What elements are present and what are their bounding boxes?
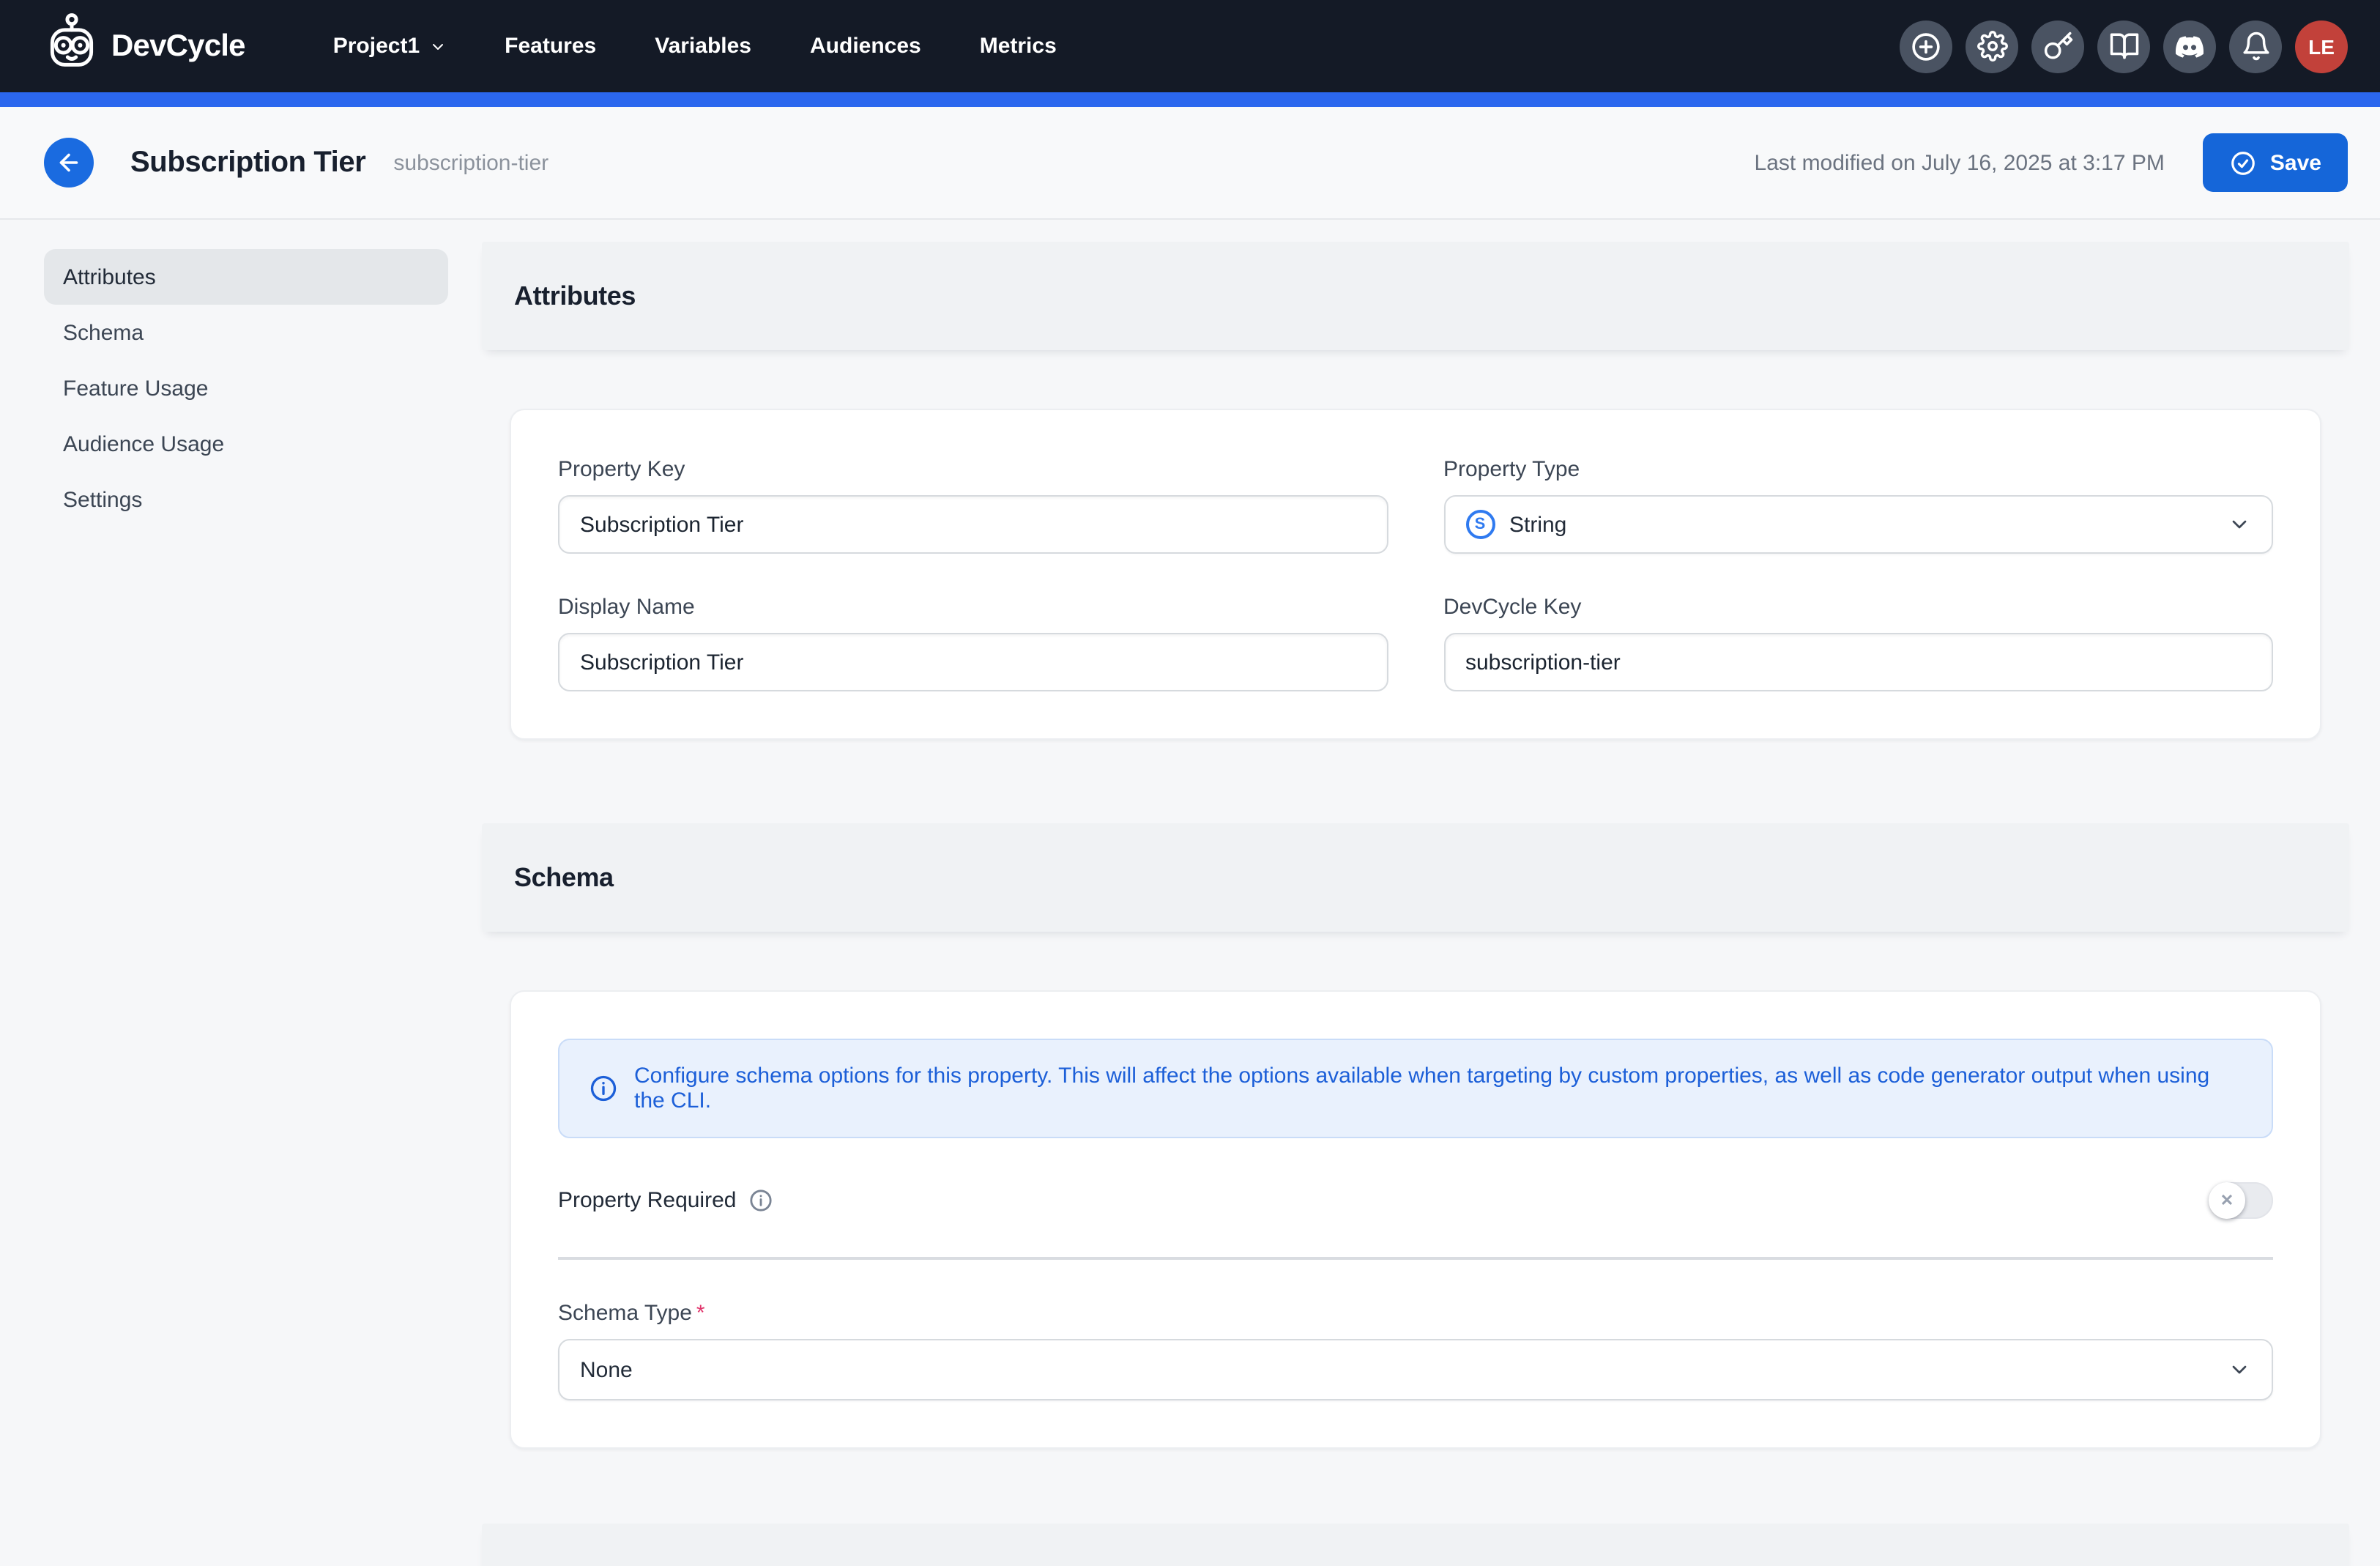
user-avatar[interactable]: LE xyxy=(2295,20,2348,73)
property-type-select[interactable]: S String xyxy=(1443,495,2273,554)
chevron-down-icon xyxy=(428,37,446,55)
string-type-icon: S xyxy=(1465,510,1495,539)
property-key-label: Property Key xyxy=(558,457,1388,482)
nav-project-selector[interactable]: Project1 xyxy=(310,22,469,70)
main-nav: Project1 Features Variables Audiences Me… xyxy=(310,22,1080,70)
devcycle-logo[interactable]: DevCycle xyxy=(44,13,245,79)
devcycle-robot-icon xyxy=(44,13,100,79)
schema-section-header: Schema xyxy=(482,823,2349,932)
schema-banner-text: Configure schema options for this proper… xyxy=(634,1064,2242,1113)
sidebar-item-audience-usage[interactable]: Audience Usage xyxy=(44,416,448,472)
property-type-label: Property Type xyxy=(1443,457,2273,482)
schema-section-title: Schema xyxy=(514,862,614,893)
attributes-section-title: Attributes xyxy=(514,281,636,311)
devcycle-key-input[interactable] xyxy=(1443,633,2273,691)
nav-item-features[interactable]: Features xyxy=(481,22,620,70)
project-selector-label: Project1 xyxy=(333,34,420,59)
display-name-label: Display Name xyxy=(558,595,1388,620)
discord-button[interactable] xyxy=(2163,20,2216,73)
schema-info-banner: Configure schema options for this proper… xyxy=(558,1039,2273,1138)
brand-name: DevCycle xyxy=(111,29,245,64)
info-icon xyxy=(589,1074,618,1103)
section-sidebar: Attributes Schema Feature Usage Audience… xyxy=(44,249,448,527)
attributes-section-header: Attributes xyxy=(482,242,2349,350)
property-key-input[interactable] xyxy=(558,495,1388,554)
save-button[interactable]: Save xyxy=(2203,133,2348,192)
settings-gear-icon xyxy=(1976,31,2007,62)
check-circle-icon xyxy=(2229,149,2257,177)
add-circle-icon xyxy=(1910,30,1942,62)
required-asterisk: * xyxy=(696,1301,705,1326)
notifications-bell-icon xyxy=(2240,31,2271,62)
property-key-field-group: Property Key xyxy=(558,457,1388,554)
feature-usage-section-header: Feature Usage xyxy=(482,1524,2349,1566)
schema-card-divider xyxy=(558,1257,2273,1260)
docs-button[interactable] xyxy=(2097,20,2150,73)
page-header: Subscription Tier subscription-tier Last… xyxy=(0,107,2380,220)
arrow-left-icon xyxy=(56,149,82,176)
nav-item-metrics[interactable]: Metrics xyxy=(956,22,1080,70)
navbar-actions: LE xyxy=(1900,20,2348,73)
docs-book-icon xyxy=(2108,31,2139,62)
schema-card: Configure schema options for this proper… xyxy=(510,990,2321,1449)
info-icon xyxy=(748,1188,773,1213)
nav-item-audiences[interactable]: Audiences xyxy=(786,22,945,70)
property-required-label: Property Required xyxy=(558,1188,773,1213)
schema-type-field-group: Schema Type* None xyxy=(558,1301,2273,1400)
discord-icon xyxy=(2173,30,2206,62)
page-title: Subscription Tier xyxy=(130,146,365,179)
nav-item-variables[interactable]: Variables xyxy=(631,22,775,70)
chevron-down-icon xyxy=(2228,513,2251,536)
property-key-text: subscription-tier xyxy=(393,150,548,175)
notifications-button[interactable] xyxy=(2229,20,2282,73)
property-type-value: String xyxy=(1509,512,1566,537)
add-circle-button[interactable] xyxy=(1900,20,1952,73)
back-button[interactable] xyxy=(44,138,94,188)
attributes-card: Property Key Property Type S String Disp… xyxy=(510,409,2321,740)
api-keys-button[interactable] xyxy=(2031,20,2084,73)
chevron-down-icon xyxy=(2228,1358,2251,1381)
sidebar-item-attributes[interactable]: Attributes xyxy=(44,249,448,305)
feature-usage-section-title: Feature Usage xyxy=(514,1562,692,1566)
sidebar-item-feature-usage[interactable]: Feature Usage xyxy=(44,360,448,416)
schema-type-value: None xyxy=(580,1357,633,1382)
sidebar-item-settings[interactable]: Settings xyxy=(44,472,448,527)
api-key-icon xyxy=(2042,31,2073,62)
property-type-field-group: Property Type S String xyxy=(1443,457,2273,554)
settings-button[interactable] xyxy=(1966,20,2018,73)
top-navbar: DevCycle Project1 Features Variables Aud… xyxy=(0,0,2380,92)
sidebar-item-schema[interactable]: Schema xyxy=(44,305,448,360)
property-required-row: Property Required ✕ xyxy=(558,1182,2273,1219)
display-name-field-group: Display Name xyxy=(558,595,1388,691)
property-required-toggle[interactable]: ✕ xyxy=(2209,1182,2273,1219)
devcycle-key-label: DevCycle Key xyxy=(1443,595,2273,620)
toggle-knob-off-icon: ✕ xyxy=(2209,1182,2245,1219)
display-name-input[interactable] xyxy=(558,633,1388,691)
devcycle-key-field-group: DevCycle Key xyxy=(1443,595,2273,691)
accent-bar xyxy=(0,92,2380,107)
schema-type-label: Schema Type* xyxy=(558,1301,2273,1326)
last-modified-text: Last modified on July 16, 2025 at 3:17 P… xyxy=(1755,150,2165,175)
schema-type-select[interactable]: None xyxy=(558,1339,2273,1400)
